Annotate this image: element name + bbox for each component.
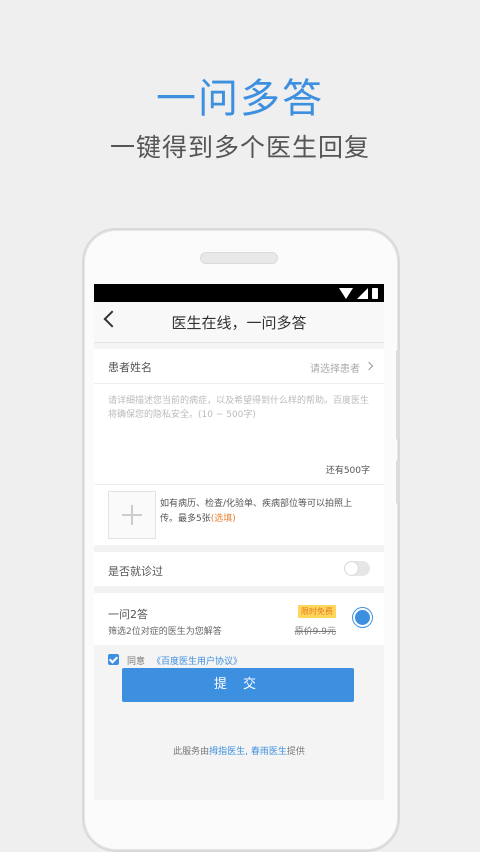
status-bar xyxy=(94,284,384,302)
patient-select[interactable]: 请选择患者 xyxy=(310,360,360,375)
original-price: 原价9.9元 xyxy=(294,627,336,637)
description-area[interactable]: 请详细描述您当前的病症，以及希望得到什么样的帮助。百度医生将确保您的隐私安全。(… xyxy=(94,384,384,485)
check-icon xyxy=(108,654,119,664)
char-counter: 还有500字 xyxy=(325,466,370,476)
upload-hint-text: 如有病历、检查/化验单、疾病部位等可以拍照上传。最多5张 xyxy=(160,499,353,524)
phone-side-button xyxy=(396,350,400,440)
plan-name: 一问2答 xyxy=(108,608,148,621)
chevron-right-icon xyxy=(364,361,374,371)
promo-subtitle: 一键得到多个医生回复 xyxy=(109,133,370,162)
nav-bar: 医生在线，一问多答 xyxy=(94,302,384,343)
plan-radio[interactable] xyxy=(355,610,370,625)
wifi-icon xyxy=(339,287,353,299)
patient-name-row[interactable]: 患者姓名 请选择患者 xyxy=(94,349,384,384)
signal-icon xyxy=(357,287,368,299)
divider xyxy=(94,545,384,552)
description-placeholder: 请详细描述您当前的病症，以及希望得到什么样的帮助。百度医生将确保您的隐私安全。(… xyxy=(108,396,370,420)
patient-name-label: 患者姓名 xyxy=(108,361,152,374)
provider-link-1[interactable]: 拇指医生 xyxy=(209,747,245,757)
upload-hint: 如有病历、检查/化验单、疾病部位等可以拍照上传。最多5张(选填) xyxy=(160,497,366,527)
agreement-checkbox[interactable] xyxy=(108,654,119,665)
service-provider-note: 此服务由拇指医生, 春雨医生提供 xyxy=(173,747,305,757)
visited-row: 是否就诊过 xyxy=(94,552,384,586)
optional-tag: (选填) xyxy=(210,514,236,524)
plan-description: 筛选2位对症的医生为您解答 xyxy=(108,627,222,637)
app-screen: 医生在线，一问多答 患者姓名 请选择患者 请详细描述您当前的病症，以及希望得到什… xyxy=(94,284,384,800)
submit-button[interactable]: 提 交 xyxy=(122,668,354,702)
page-title: 医生在线，一问多答 xyxy=(171,314,307,332)
visited-toggle[interactable] xyxy=(344,561,370,576)
phone-speaker xyxy=(200,252,278,264)
agree-label: 同意 xyxy=(127,657,146,667)
user-agreement-link[interactable]: 《百度医生用户协议》 xyxy=(152,654,242,667)
battery-icon xyxy=(372,287,378,299)
visited-label: 是否就诊过 xyxy=(108,565,163,578)
promo-title: 一问多答 xyxy=(156,76,324,122)
add-photo-button[interactable] xyxy=(108,491,156,539)
free-badge: 限时免费 xyxy=(298,605,336,618)
phone-side-button xyxy=(396,460,400,504)
provider-link-2[interactable]: 春雨医生 xyxy=(251,747,287,757)
plan-option[interactable]: 一问2答 筛选2位对症的医生为您解答 限时免费 原价9.9元 xyxy=(94,593,384,645)
divider xyxy=(94,586,384,593)
upload-row: 如有病历、检查/化验单、疾病部位等可以拍照上传。最多5张(选填) xyxy=(94,485,384,545)
